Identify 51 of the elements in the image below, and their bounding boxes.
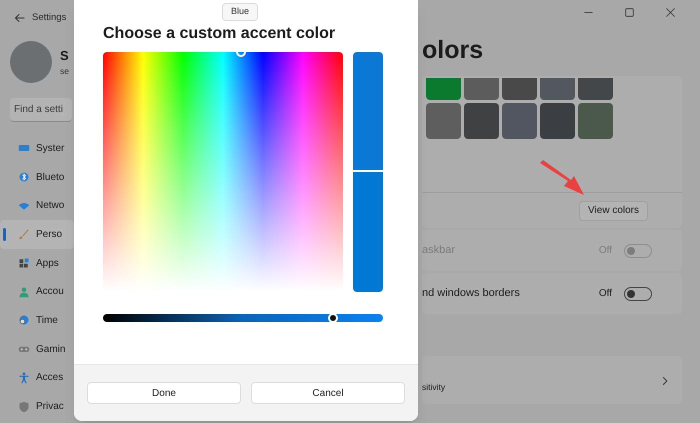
search-field[interactable]: Find a setti	[10, 98, 72, 122]
window-title: Settings	[32, 10, 66, 25]
color-swatch[interactable]	[540, 78, 575, 100]
account-name: S	[60, 46, 69, 65]
color-swatch[interactable]	[578, 103, 613, 139]
nav-item[interactable]: Apps	[0, 248, 74, 278]
color-swatch[interactable]	[426, 103, 461, 139]
color-swatch[interactable]	[464, 103, 499, 139]
selection-indicator	[3, 228, 6, 242]
color-swatch[interactable]	[502, 103, 537, 139]
setting-label: nd windows borders	[422, 286, 521, 302]
cancel-button[interactable]: Cancel	[251, 382, 405, 404]
nav-item[interactable]: Blueto	[0, 162, 74, 192]
nav-item[interactable]: Syster	[0, 134, 74, 163]
nav-item[interactable]: Accou	[0, 277, 74, 306]
close-icon	[665, 6, 676, 18]
accessibility-icon	[18, 372, 30, 384]
toggle-switch[interactable]	[624, 286, 652, 300]
brightness-slider[interactable]	[103, 314, 383, 322]
page-title: olors	[422, 35, 484, 66]
maximize-icon	[624, 6, 635, 18]
bluetooth-icon	[18, 171, 30, 184]
color-swatch[interactable]	[464, 78, 499, 100]
setting-label: sitivity	[422, 381, 446, 394]
settings-row[interactable]: sitivity	[422, 356, 682, 404]
view-colors-button[interactable]: View colors	[579, 200, 648, 220]
nav-item[interactable]: Acces	[0, 364, 74, 392]
clock-icon	[18, 314, 30, 326]
color-swatch[interactable]	[578, 78, 613, 100]
toggle-state: Off	[598, 287, 612, 301]
shield-icon	[18, 400, 30, 413]
nav-item[interactable]: Perso	[0, 220, 74, 249]
color-swatch[interactable]	[502, 78, 537, 100]
nav-item[interactable]: Gamin	[0, 334, 74, 364]
slider-thumb[interactable]	[328, 313, 338, 323]
dialog-title: Choose a custom accent color	[103, 24, 336, 44]
color-swatch[interactable]	[426, 78, 461, 100]
nav-item[interactable]: Netwo	[0, 191, 74, 220]
avatar-placeholder	[10, 41, 52, 83]
nav-item[interactable]: Privac	[0, 392, 74, 421]
chevron-right-icon	[660, 376, 670, 386]
tooltip: Blue	[222, 3, 258, 21]
nav-item[interactable]: Time	[0, 306, 74, 335]
arrow-drawing	[538, 159, 586, 197]
done-button[interactable]: Done	[87, 382, 241, 404]
brush-icon	[18, 228, 30, 240]
account-email: se	[60, 65, 69, 78]
apps-icon	[18, 257, 30, 270]
back-icon	[14, 12, 26, 24]
color-swatch[interactable]	[540, 103, 575, 139]
person-icon	[18, 286, 30, 298]
